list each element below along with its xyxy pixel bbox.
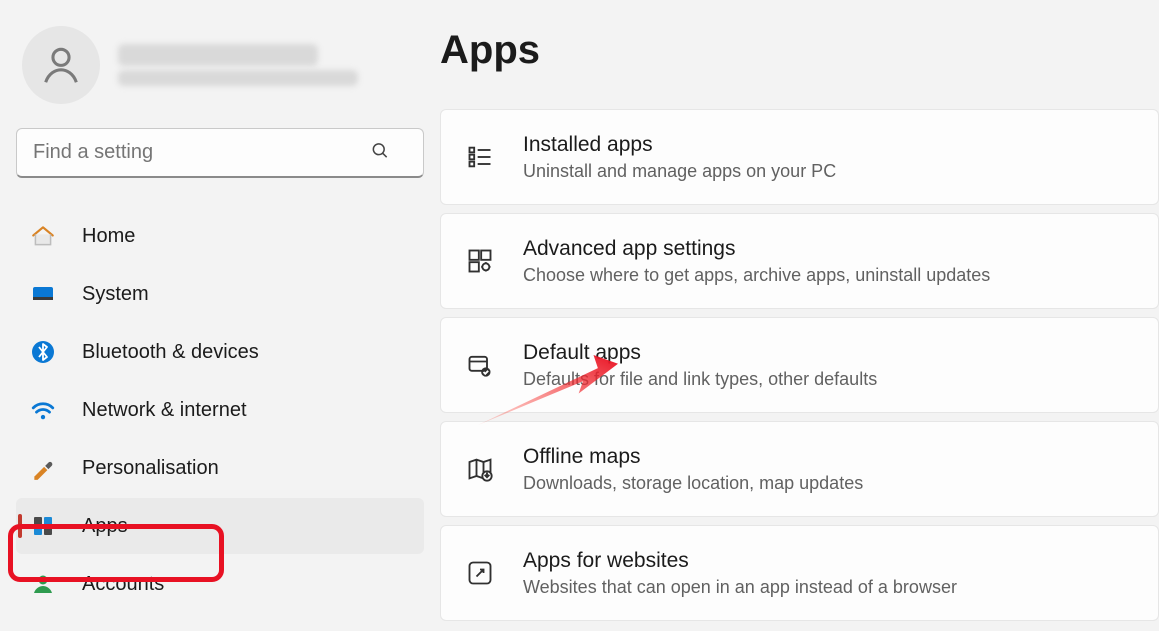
card-installed-apps[interactable]: Installed apps Uninstall and manage apps… <box>440 109 1159 205</box>
search-box[interactable] <box>16 128 424 178</box>
accounts-icon <box>30 571 56 597</box>
account-email-redacted <box>118 70 358 86</box>
sidebar-item-bluetooth[interactable]: Bluetooth & devices <box>16 324 424 380</box>
sidebar-item-personalisation[interactable]: Personalisation <box>16 440 424 496</box>
card-title: Default apps <box>523 341 877 365</box>
settings-list: Installed apps Uninstall and manage apps… <box>440 109 1159 621</box>
avatar <box>22 26 100 104</box>
selection-accent <box>18 514 22 538</box>
card-title: Offline maps <box>523 445 863 469</box>
card-apps-for-websites[interactable]: Apps for websites Websites that can open… <box>440 525 1159 621</box>
installed-apps-icon <box>465 142 495 172</box>
card-advanced-app-settings[interactable]: Advanced app settings Choose where to ge… <box>440 213 1159 309</box>
card-title: Advanced app settings <box>523 237 990 261</box>
account-name-redacted <box>118 44 318 66</box>
sidebar-item-network[interactable]: Network & internet <box>16 382 424 438</box>
sidebar-nav: Home System Bluetooth & devices <box>16 208 424 612</box>
default-apps-icon <box>465 350 495 380</box>
network-icon <box>30 397 56 423</box>
sidebar-item-home[interactable]: Home <box>16 208 424 264</box>
page-title: Apps <box>440 28 1159 73</box>
search-input[interactable] <box>16 128 424 178</box>
sidebar-item-label: Network & internet <box>82 399 247 422</box>
sidebar-item-label: Personalisation <box>82 457 219 480</box>
offline-maps-icon <box>465 454 495 484</box>
sidebar-item-label: Apps <box>82 515 128 538</box>
home-icon <box>30 223 56 249</box>
account-text <box>118 44 358 86</box>
account-header[interactable] <box>16 20 424 128</box>
card-desc: Uninstall and manage apps on your PC <box>523 161 836 182</box>
card-title: Apps for websites <box>523 549 957 573</box>
card-desc: Websites that can open in an app instead… <box>523 577 957 598</box>
personalisation-icon <box>30 455 56 481</box>
card-desc: Choose where to get apps, archive apps, … <box>523 265 990 286</box>
card-offline-maps[interactable]: Offline maps Downloads, storage location… <box>440 421 1159 517</box>
sidebar-item-label: System <box>82 283 149 306</box>
card-default-apps[interactable]: Default apps Defaults for file and link … <box>440 317 1159 413</box>
apps-icon <box>30 513 56 539</box>
bluetooth-icon <box>30 339 56 365</box>
settings-sidebar: Home System Bluetooth & devices <box>0 0 440 631</box>
system-icon <box>30 281 56 307</box>
sidebar-item-label: Bluetooth & devices <box>82 341 259 364</box>
advanced-settings-icon <box>465 246 495 276</box>
card-title: Installed apps <box>523 133 836 157</box>
sidebar-item-system[interactable]: System <box>16 266 424 322</box>
card-desc: Defaults for file and link types, other … <box>523 369 877 390</box>
sidebar-item-label: Home <box>82 225 135 248</box>
main-content: Apps Installed apps Uninstall and manage… <box>440 0 1159 631</box>
card-desc: Downloads, storage location, map updates <box>523 473 863 494</box>
apps-for-websites-icon <box>465 558 495 588</box>
sidebar-item-label: Accounts <box>82 573 164 596</box>
search-icon <box>370 141 390 166</box>
sidebar-item-apps[interactable]: Apps <box>16 498 424 554</box>
sidebar-item-accounts[interactable]: Accounts <box>16 556 424 612</box>
